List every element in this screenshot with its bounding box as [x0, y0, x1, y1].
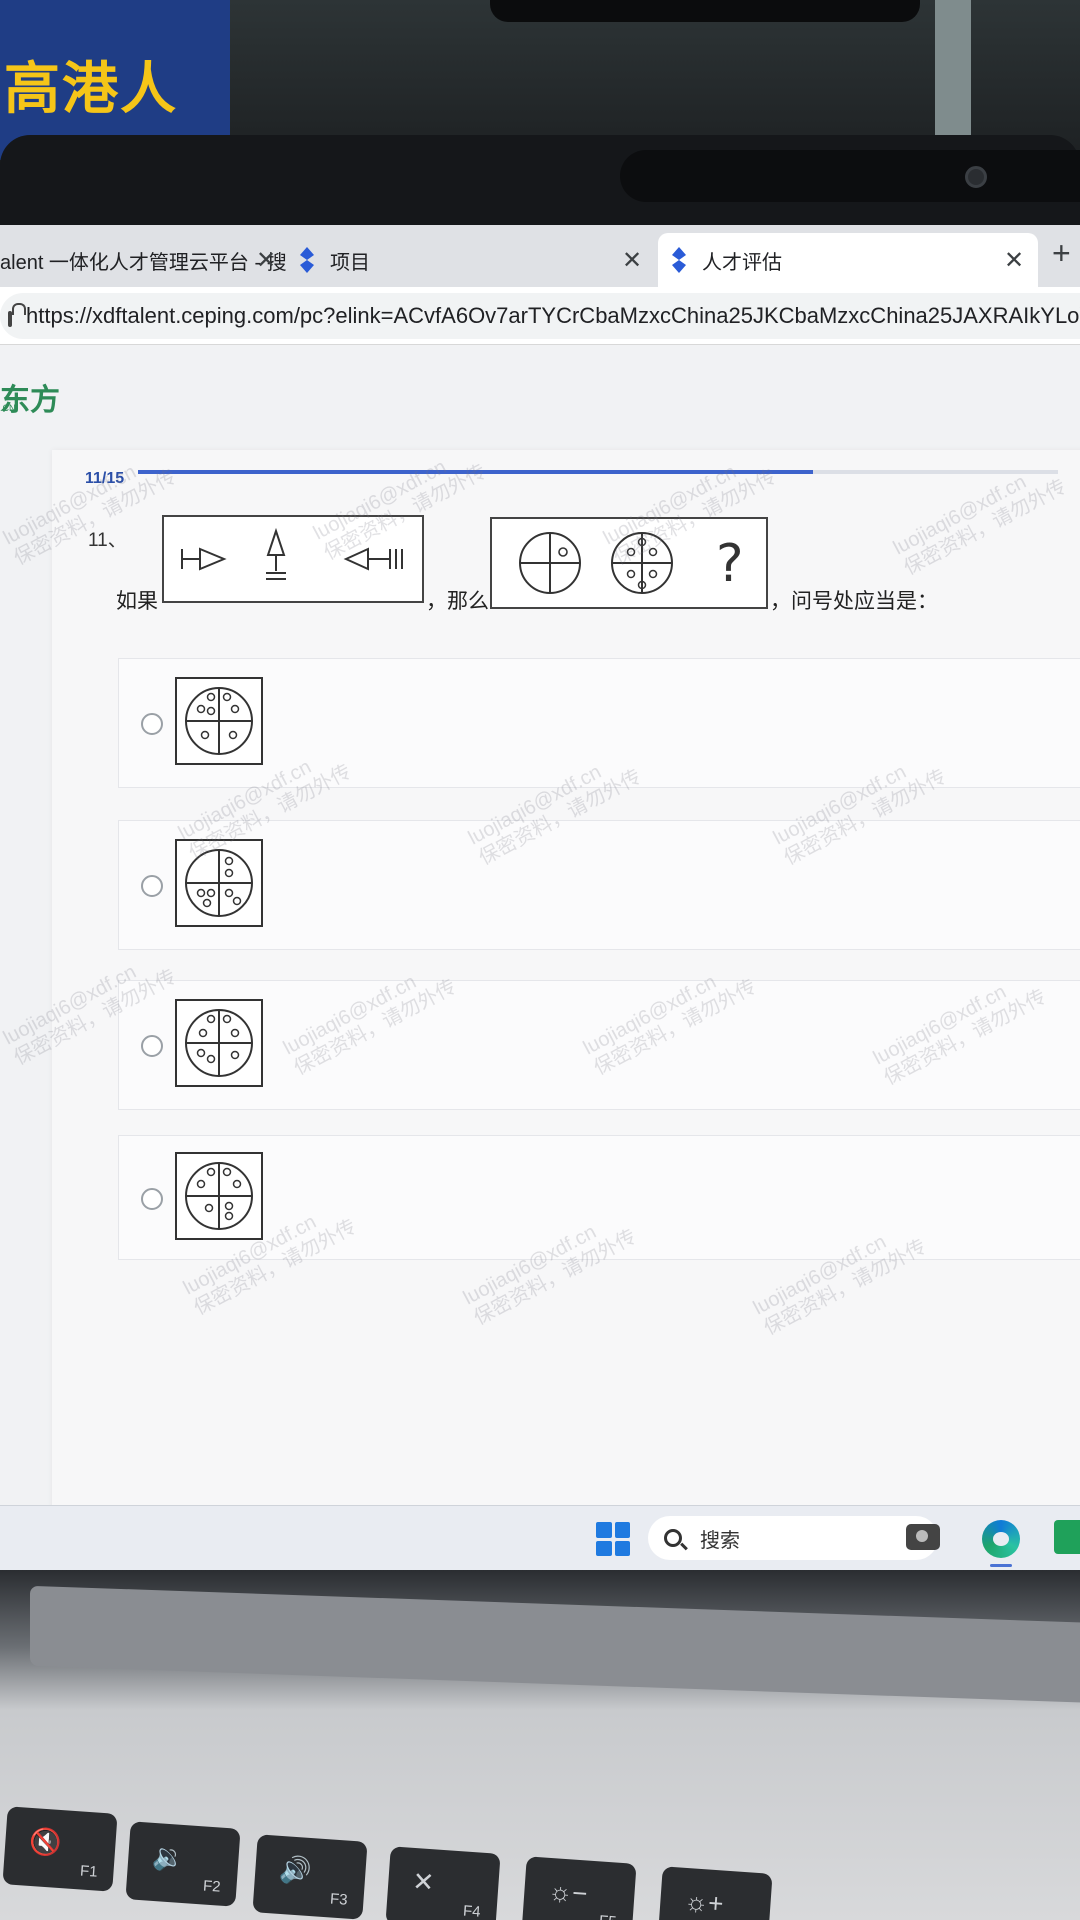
option-b[interactable]: [118, 820, 1080, 950]
option-a-circle-icon: [185, 687, 253, 755]
progress-fill: [138, 470, 813, 474]
windows-taskbar: 搜索: [0, 1505, 1080, 1570]
key-label: F5: [598, 1912, 617, 1920]
tab-talent-platform[interactable]: alent 一体化人才管理云平台 - 搜 ✕: [0, 233, 290, 287]
radio-option-a[interactable]: [141, 713, 163, 735]
option-b-figure: [175, 839, 263, 927]
tab-project[interactable]: 项目 ✕: [300, 233, 650, 287]
question-prefix: 如果: [116, 590, 158, 613]
key-f5[interactable]: ☼− F5: [521, 1856, 637, 1920]
question-suffix: ，问号处应当是：: [770, 590, 938, 613]
radio-option-c[interactable]: [141, 1035, 163, 1057]
key-label: F4: [462, 1902, 482, 1920]
windows-start-icon[interactable]: [596, 1522, 630, 1556]
laptop-screen: alent 一体化人才管理云平台 - 搜 ✕ 项目 ✕ 人才评估 ✕ + htt…: [0, 225, 1080, 1570]
brightness-up-icon: ☼+: [683, 1885, 725, 1919]
key-f6[interactable]: ☼+ F6: [657, 1866, 773, 1920]
webcam-icon: [965, 166, 987, 188]
option-d[interactable]: [118, 1135, 1080, 1260]
question-mark: ?: [716, 534, 744, 594]
mic-mute-icon: ✕: [411, 1865, 436, 1898]
close-icon[interactable]: ✕: [256, 246, 276, 275]
key-f2[interactable]: 🔉 F2: [125, 1821, 241, 1907]
camera-bar: [620, 150, 1080, 202]
site-logo-sub: .CN: [0, 403, 16, 413]
circle-figure: ?: [519, 532, 744, 594]
key-label: F1: [79, 1862, 99, 1881]
volume-up-icon: 🔊: [278, 1853, 313, 1887]
question-figure-set-2: ?: [490, 517, 768, 609]
background-pole: [935, 0, 971, 140]
tab-talent-assessment[interactable]: 人才评估 ✕: [658, 233, 1038, 287]
mail-app-icon[interactable]: [1054, 1520, 1080, 1554]
key-f1[interactable]: 🔇 F1: [2, 1806, 118, 1892]
url-text: https://xdftalent.ceping.com/pc?elink=AC…: [26, 303, 1080, 328]
lock-icon[interactable]: [8, 303, 26, 327]
key-f4[interactable]: ✕ F4: [385, 1846, 501, 1920]
mute-icon: 🔇: [28, 1825, 63, 1859]
question-number: 11、: [88, 530, 127, 551]
key-label: F3: [329, 1890, 349, 1909]
question-figure-set-1: [162, 515, 424, 603]
arrow-symbols-figure: [181, 527, 403, 580]
tab-label: alent 一体化人才管理云平台 - 搜: [0, 251, 287, 274]
search-icon: [664, 1529, 682, 1547]
volume-down-icon: 🔉: [151, 1840, 186, 1874]
taskbar-search[interactable]: 搜索: [648, 1516, 938, 1560]
edge-browser-icon[interactable]: [982, 1520, 1020, 1558]
option-c-figure: [175, 999, 263, 1087]
option-c[interactable]: [118, 980, 1080, 1110]
camera-app-icon[interactable]: [906, 1524, 940, 1550]
active-app-indicator: [990, 1564, 1012, 1567]
option-c-circle-icon: [185, 1009, 253, 1077]
radio-option-b[interactable]: [141, 875, 163, 897]
progress-bar: [138, 470, 1058, 474]
option-a-figure: [175, 677, 263, 765]
brightness-down-icon: ☼−: [547, 1875, 589, 1909]
address-bar: https://xdftalent.ceping.com/pc?elink=AC…: [0, 287, 1080, 345]
close-icon[interactable]: ✕: [622, 246, 642, 275]
app-icon: [300, 247, 314, 273]
option-d-figure: [175, 1152, 263, 1240]
new-tab-button[interactable]: +: [1052, 235, 1071, 272]
tab-label: 人才评估: [702, 251, 782, 274]
app-icon: [672, 247, 686, 273]
url-field[interactable]: https://xdftalent.ceping.com/pc?elink=AC…: [0, 293, 1080, 339]
progress-label: 11/15: [85, 470, 125, 487]
key-f3[interactable]: 🔊 F3: [252, 1834, 368, 1920]
close-icon[interactable]: ✕: [1004, 246, 1024, 275]
monitor-edge: [490, 0, 920, 22]
question-middle: ，那么: [426, 590, 489, 613]
option-a[interactable]: [118, 658, 1080, 788]
option-b-circle-icon: [185, 849, 253, 917]
key-label: F2: [202, 1877, 222, 1896]
search-label: 搜索: [700, 1529, 740, 1552]
browser-tabbar: alent 一体化人才管理云平台 - 搜 ✕ 项目 ✕ 人才评估 ✕ +: [0, 225, 1080, 287]
radio-option-d[interactable]: [141, 1188, 163, 1210]
tab-label: 项目: [330, 251, 370, 274]
option-d-circle-icon: [185, 1162, 253, 1230]
